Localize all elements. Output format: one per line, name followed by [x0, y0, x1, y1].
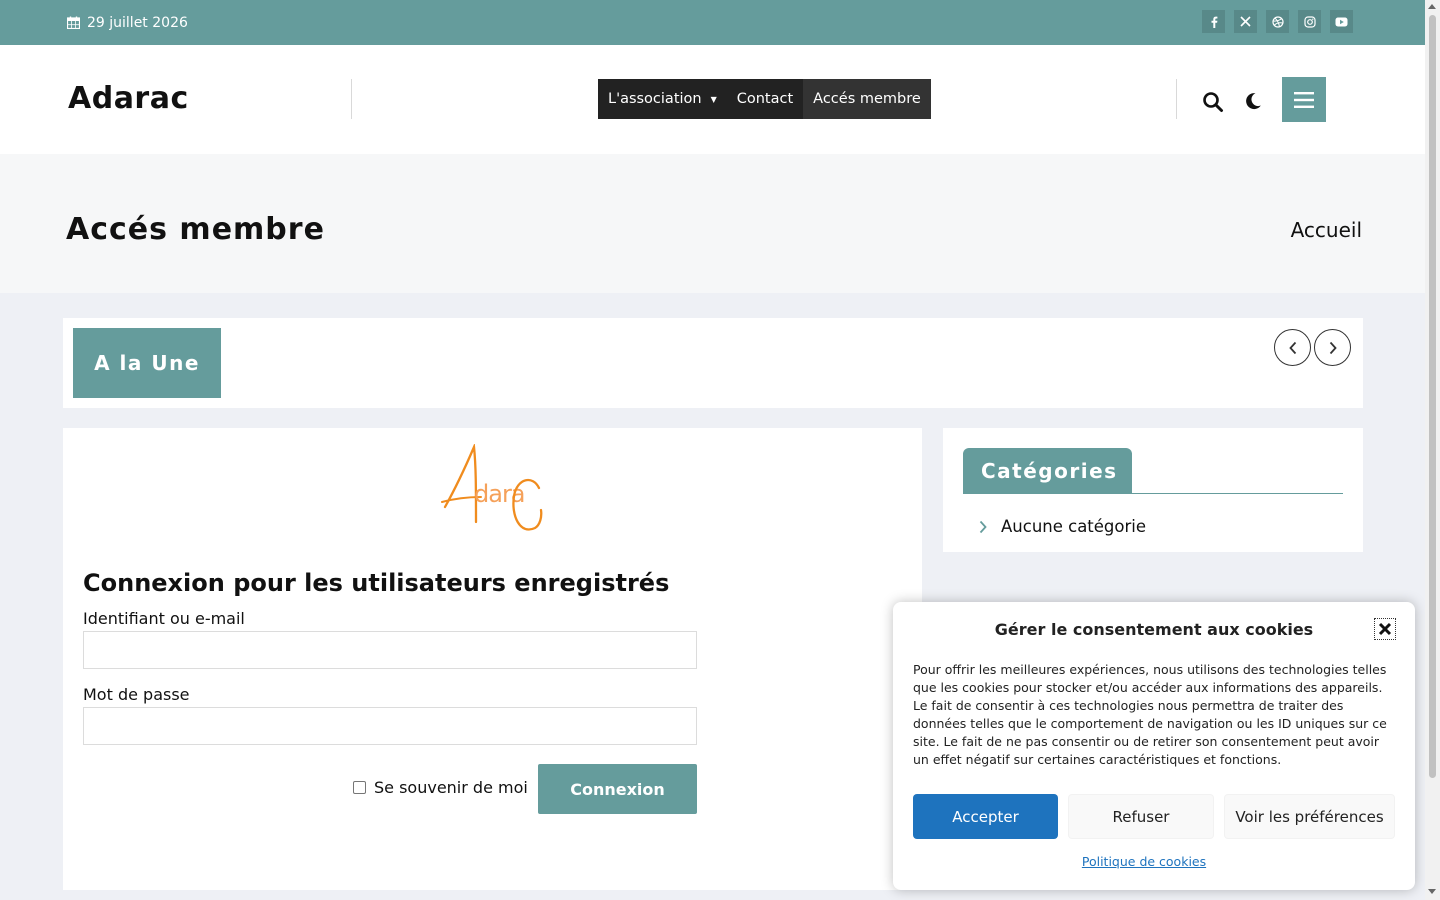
- top-bar: 29 juillet 2026: [0, 0, 1425, 45]
- youtube-link[interactable]: [1330, 10, 1353, 33]
- password-label: Mot de passe: [83, 685, 190, 704]
- cookie-consent-dialog: Gérer le consentement aux cookies Pour o…: [893, 602, 1415, 890]
- cookie-preferences-button[interactable]: Voir les préférences: [1224, 794, 1395, 839]
- nav-item-label: Accés membre: [813, 91, 921, 107]
- breadcrumb-home-link[interactable]: Accueil: [1291, 218, 1362, 242]
- page-title: Accés membre: [66, 212, 325, 247]
- scroll-down-arrow-icon[interactable]: [1428, 889, 1436, 894]
- moon-icon: [1246, 93, 1261, 110]
- dribbble-icon: [1271, 15, 1284, 28]
- chevron-right-icon: [979, 520, 987, 533]
- cookie-policy-link[interactable]: Politique de cookies: [893, 854, 1395, 869]
- header-date: 29 juillet 2026: [67, 0, 188, 45]
- main-navigation: L'association ▼ Contact Accés membre: [598, 79, 931, 119]
- chevron-right-icon: [1329, 341, 1337, 354]
- category-item[interactable]: Aucune catégorie: [979, 517, 1146, 536]
- username-label: Identifiant ou e-mail: [83, 609, 245, 628]
- header-divider-right: [1176, 79, 1177, 119]
- cookie-accept-button[interactable]: Accepter: [913, 794, 1058, 839]
- facebook-link[interactable]: [1202, 10, 1225, 33]
- login-title: Connexion pour les utilisateurs enregist…: [83, 569, 670, 597]
- search-button[interactable]: [1202, 91, 1224, 113]
- instagram-icon: [1303, 15, 1316, 28]
- caret-down-icon: ▼: [710, 94, 717, 104]
- hamburger-menu-button[interactable]: [1282, 77, 1326, 122]
- cookie-deny-button[interactable]: Refuser: [1068, 794, 1214, 839]
- remember-label: Se souvenir de moi: [374, 778, 528, 797]
- search-icon: [1203, 92, 1223, 112]
- x-twitter-link[interactable]: [1234, 10, 1257, 33]
- categories-widget: Catégories Aucune catégorie: [943, 428, 1363, 552]
- hamburger-menu-icon: [1294, 91, 1314, 108]
- page-scrollbar[interactable]: [1425, 0, 1440, 900]
- remember-checkbox[interactable]: [353, 781, 366, 794]
- scrollbar-thumb[interactable]: [1429, 15, 1436, 778]
- header-divider-left: [351, 79, 352, 119]
- remember-me[interactable]: Se souvenir de moi: [353, 778, 528, 797]
- featured-ticker: A la Une: [63, 318, 1363, 408]
- nav-item-acces-membre[interactable]: Accés membre: [803, 79, 931, 119]
- ticker-next-button[interactable]: [1314, 329, 1351, 366]
- scroll-up-arrow-icon[interactable]: [1428, 4, 1436, 9]
- page-title-band: Accés membre Accueil: [0, 154, 1425, 293]
- nav-item-association[interactable]: L'association ▼: [598, 79, 727, 119]
- social-links: [1202, 10, 1353, 33]
- adarac-logo: dara: [441, 444, 543, 531]
- ticker-prev-button[interactable]: [1274, 329, 1311, 366]
- cookie-description: Pour offrir les meilleures expériences, …: [913, 662, 1387, 767]
- password-input[interactable]: [83, 707, 697, 745]
- close-icon: [1378, 622, 1392, 636]
- nav-item-contact[interactable]: Contact: [727, 79, 803, 119]
- login-card: dara Connexion pour les utilisateurs enr…: [63, 428, 922, 890]
- site-brand[interactable]: Adarac: [68, 81, 189, 116]
- facebook-icon: [1211, 16, 1217, 28]
- calendar-icon: [67, 16, 80, 29]
- categories-heading: Catégories: [963, 448, 1132, 494]
- cookie-close-button[interactable]: [1374, 618, 1396, 640]
- dribbble-link[interactable]: [1266, 10, 1289, 33]
- categories-underline: [963, 493, 1343, 494]
- svg-text:dara: dara: [474, 480, 525, 508]
- site-header: Adarac L'association ▼ Contact Accés mem…: [0, 45, 1425, 154]
- nav-item-label: L'association: [608, 91, 702, 107]
- chevron-left-icon: [1288, 341, 1296, 354]
- login-submit-button[interactable]: Connexion: [538, 764, 697, 814]
- nav-item-label: Contact: [736, 91, 794, 107]
- category-item-label: Aucune catégorie: [1001, 517, 1147, 536]
- cookie-title: Gérer le consentement aux cookies: [994, 620, 1314, 639]
- date-text: 29 juillet 2026: [87, 14, 188, 31]
- x-twitter-icon: [1240, 16, 1251, 27]
- featured-label: A la Une: [73, 328, 221, 398]
- youtube-icon: [1335, 17, 1348, 26]
- username-input[interactable]: [83, 631, 697, 669]
- instagram-link[interactable]: [1298, 10, 1321, 33]
- dark-mode-toggle[interactable]: [1243, 91, 1263, 111]
